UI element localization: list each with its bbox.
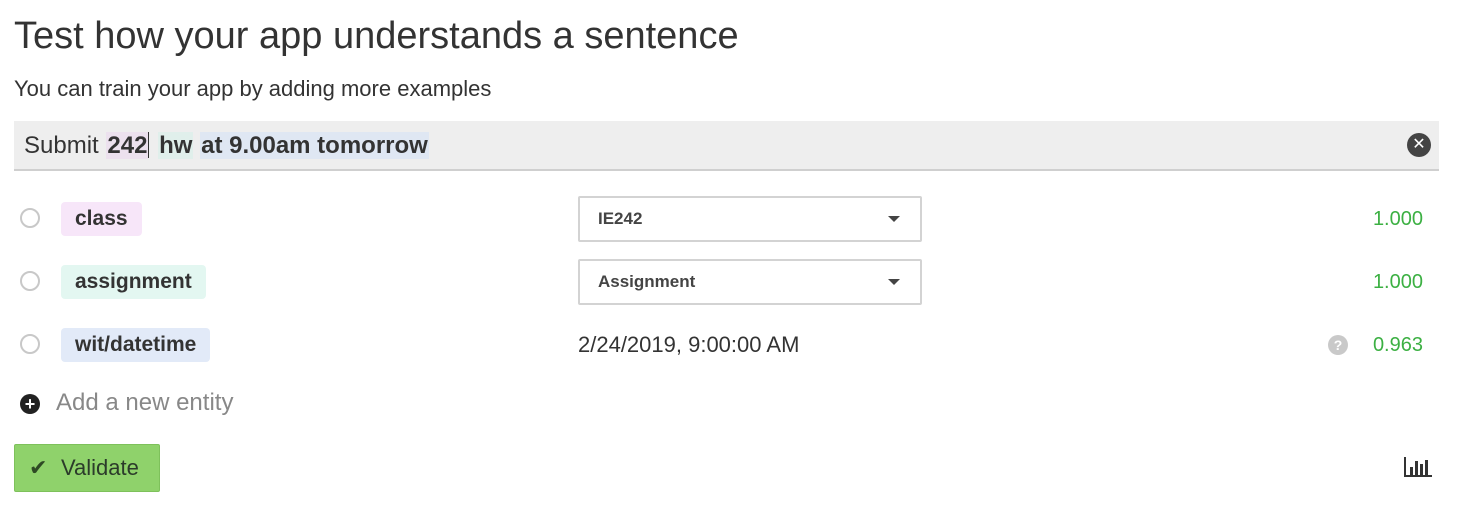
sentence-segment-class[interactable]: 242	[106, 132, 149, 159]
entity-value-select-assignment[interactable]: Assignment	[578, 259, 922, 305]
entity-value-select-class[interactable]: IE242	[578, 196, 922, 242]
add-entity-label: Add a new entity	[56, 389, 234, 416]
help-icon[interactable]: ?	[1328, 335, 1348, 355]
entity-tag-datetime[interactable]: wit/datetime	[61, 328, 211, 362]
bar-chart-svg	[1404, 457, 1432, 477]
clear-sentence-button[interactable]: ✕	[1407, 133, 1431, 157]
sentence-segment-datetime[interactable]: at 9.00am tomorrow	[200, 132, 429, 159]
entity-row-class: class IE242 1.000	[14, 196, 1439, 244]
select-value: Assignment	[598, 272, 696, 291]
close-icon: ✕	[1412, 136, 1426, 153]
entity-row-assignment: assignment Assignment 1.000	[14, 259, 1439, 307]
sentence-text[interactable]: Submit 242 hw at 9.00am tomorrow	[23, 131, 429, 161]
validate-label: Validate	[61, 455, 139, 480]
entity-radio-class[interactable]	[20, 208, 40, 228]
entity-tag-assignment[interactable]: assignment	[61, 265, 206, 299]
caret-down-icon	[888, 279, 900, 285]
entity-radio-datetime[interactable]	[20, 334, 40, 354]
caret-down-icon	[888, 216, 900, 222]
sentence-input[interactable]: Submit 242 hw at 9.00am tomorrow ✕	[14, 121, 1439, 171]
entity-row-datetime: wit/datetime 2/24/2019, 9:00:00 AM ? 0.9…	[14, 322, 1439, 370]
confidence-score: 1.000	[1372, 208, 1423, 230]
validate-button[interactable]: ✔ Validate	[14, 444, 160, 492]
confidence-score: 0.963	[1372, 334, 1423, 356]
page-subtitle: You can train your app by adding more ex…	[14, 76, 492, 101]
page: Test how your app understands a sentence…	[0, 0, 1461, 520]
select-value: IE242	[598, 209, 643, 228]
entity-tag-class[interactable]: class	[61, 202, 142, 236]
entity-value-datetime: 2/24/2019, 9:00:00 AM	[578, 332, 800, 357]
entity-radio-assignment[interactable]	[20, 271, 40, 291]
text-caret	[148, 132, 150, 158]
plus-circle-icon: +	[20, 394, 40, 414]
sentence-segment-assignment[interactable]: hw	[158, 132, 194, 159]
confidence-score: 1.000	[1372, 271, 1423, 293]
check-icon: ✔	[29, 455, 48, 480]
page-title: Test how your app understands a sentence	[14, 15, 739, 57]
bar-chart-icon[interactable]	[1403, 455, 1433, 479]
sentence-segment-plain: Submit	[24, 132, 106, 159]
